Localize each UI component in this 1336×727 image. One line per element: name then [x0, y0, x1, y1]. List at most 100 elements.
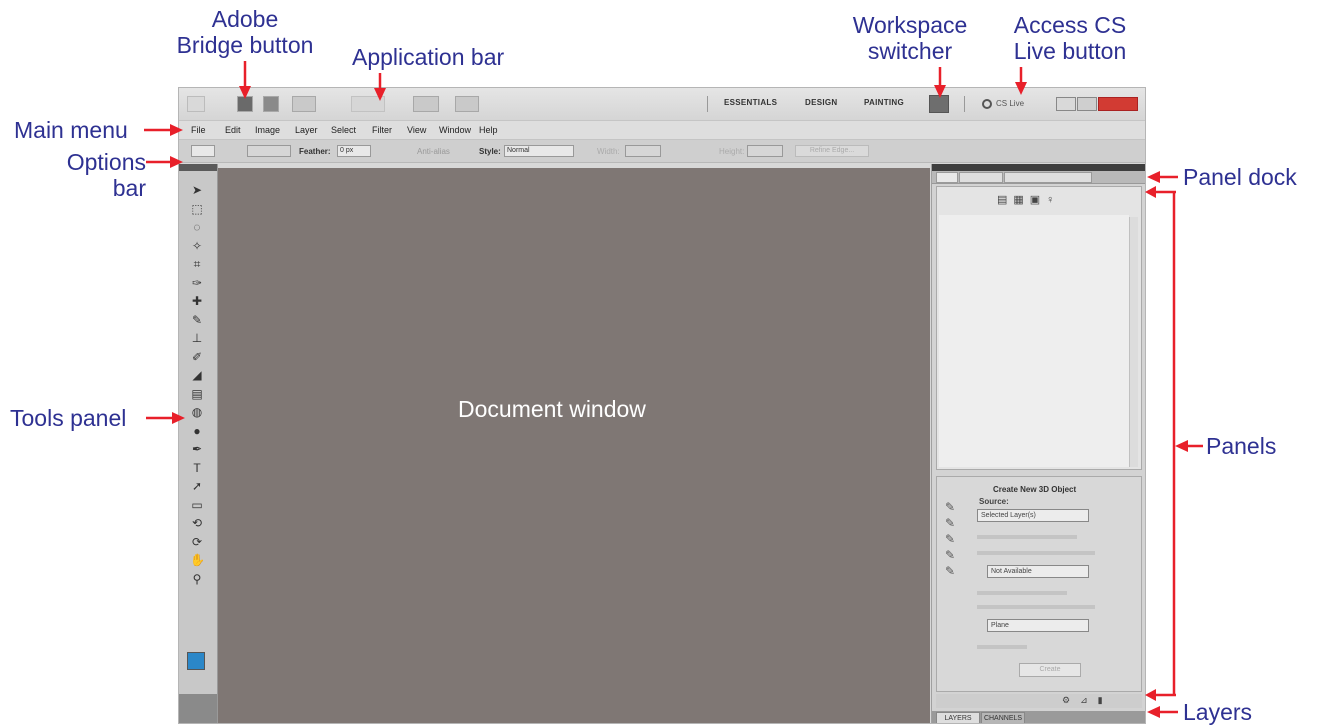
- appbar-divider: [964, 96, 965, 112]
- ps-logo-button[interactable]: [187, 96, 205, 112]
- callout-application-bar: Application bar: [352, 44, 505, 70]
- height-input[interactable]: [747, 145, 783, 157]
- source-select[interactable]: Selected Layer(s): [977, 509, 1089, 522]
- type-icon[interactable]: T: [190, 461, 204, 475]
- tab-channels[interactable]: CHANNELS: [981, 712, 1025, 723]
- pen-icon[interactable]: ✒: [190, 443, 204, 456]
- arrow-panels: [1175, 440, 1203, 452]
- adobe-bridge-button[interactable]: [237, 96, 253, 112]
- panel-footer-icons[interactable]: ⚙⊿▮: [1062, 695, 1113, 706]
- callout-options-line1: Options: [66, 149, 146, 175]
- eraser-icon[interactable]: ◢: [190, 369, 204, 382]
- mini-bridge-button[interactable]: [263, 96, 279, 112]
- crop-icon[interactable]: ⌗: [190, 258, 204, 271]
- photoshop-window: ESSENTIALS DESIGN PAINTING CS Live File …: [178, 87, 1146, 724]
- clone-stamp-icon[interactable]: ⊥: [190, 332, 204, 345]
- width-input[interactable]: [625, 145, 661, 157]
- refine-edge-button[interactable]: Refine Edge...: [795, 145, 869, 157]
- minimize-button[interactable]: [1056, 97, 1076, 111]
- workspace-design[interactable]: DESIGN: [805, 98, 837, 107]
- shape-icon[interactable]: ▭: [190, 498, 204, 512]
- gradient-icon[interactable]: ▤: [190, 387, 204, 401]
- callout-cs-live-line2: Live button: [1013, 38, 1127, 64]
- lasso-icon[interactable]: ◌: [190, 221, 204, 234]
- panels-bracket: [1145, 186, 1176, 701]
- menu-view[interactable]: View: [407, 125, 426, 135]
- move-icon[interactable]: ➤: [190, 184, 204, 197]
- dodge-icon[interactable]: ●: [190, 424, 204, 438]
- brush-icon[interactable]: ✎: [190, 313, 204, 327]
- application-bar: ESSENTIALS DESIGN PAINTING CS Live: [179, 88, 1145, 121]
- menu-layer[interactable]: Layer: [295, 125, 318, 135]
- workspace-switcher-button[interactable]: [929, 95, 949, 113]
- zoom-icon[interactable]: ⚲: [190, 572, 204, 586]
- healing-brush-icon[interactable]: ✚: [190, 295, 204, 308]
- blur-icon[interactable]: ◍: [190, 406, 204, 419]
- callout-layers: Layers: [1183, 699, 1253, 725]
- main-menu: File Edit Image Layer Select Filter View…: [179, 121, 1145, 140]
- mesh-select[interactable]: Not Available: [987, 565, 1089, 578]
- foreground-color-swatch[interactable]: [187, 652, 205, 670]
- cs-live-icon: [982, 98, 992, 109]
- panel-toolbar-icons[interactable]: ▤▦▣♀: [997, 193, 1060, 206]
- zoom-level-button[interactable]: [351, 96, 385, 112]
- panel-footer: ⚙⊿▮: [936, 694, 1142, 708]
- feather-label: Feather:: [299, 147, 331, 156]
- feather-value: 0 px: [340, 147, 354, 154]
- maximize-button[interactable]: [1077, 97, 1097, 111]
- panel-dock-header[interactable]: [932, 164, 1145, 171]
- tab-layers-label: LAYERS: [944, 715, 972, 722]
- quick-selection-icon[interactable]: ✧: [190, 239, 204, 253]
- arrange-documents-button[interactable]: [413, 96, 439, 112]
- create-button[interactable]: Create: [1019, 663, 1081, 677]
- menu-help[interactable]: Help: [479, 125, 498, 135]
- callout-main-menu: Main menu: [14, 117, 128, 143]
- workspace-painting[interactable]: PAINTING: [864, 98, 904, 107]
- arrow-layers: [1147, 706, 1178, 718]
- style-select[interactable]: Normal: [504, 145, 574, 157]
- path-selection-icon[interactable]: ➚: [190, 480, 204, 493]
- arrow-panel-dock: [1147, 171, 1178, 183]
- menu-file[interactable]: File: [191, 125, 206, 135]
- close-button[interactable]: [1098, 97, 1138, 111]
- screen-mode-button[interactable]: [455, 96, 479, 112]
- eyedropper-icon[interactable]: ✑: [190, 276, 204, 290]
- panel-tab[interactable]: [936, 172, 958, 183]
- tools-panel-header[interactable]: [179, 164, 217, 171]
- workspace-essentials[interactable]: ESSENTIALS: [724, 98, 777, 107]
- menu-edit[interactable]: Edit: [225, 125, 241, 135]
- 3d-rotate-icon[interactable]: ⟲: [190, 517, 204, 530]
- anti-alias-checkbox[interactable]: Anti-alias: [417, 147, 450, 156]
- tools-panel: ➤ ⬚ ◌ ✧ ⌗ ✑ ✚ ✎ ⊥ ✐ ◢ ▤ ◍ ● ✒ T ➚ ▭ ⟲ ⟳ ✋ ⚲: [179, 164, 218, 723]
- 3d-orbit-icon[interactable]: ⟳: [190, 535, 204, 549]
- disabled-option: [977, 591, 1067, 595]
- view-extras-button[interactable]: [292, 96, 316, 112]
- history-brush-icon[interactable]: ✐: [190, 350, 204, 364]
- callout-panels: Panels: [1206, 433, 1277, 459]
- hand-icon[interactable]: ✋: [190, 554, 205, 567]
- disabled-option: [977, 535, 1077, 539]
- selection-mode-buttons[interactable]: [247, 145, 291, 157]
- panel-tab[interactable]: [1004, 172, 1092, 183]
- panel-tab[interactable]: [959, 172, 1003, 183]
- panel-3d: ✎ ✎ ✎ ✎ ✎ Create New 3D Object Source: Selec…: [936, 476, 1142, 692]
- style-label: Style:: [479, 147, 501, 156]
- panel-3d-title: Create New 3D Object: [993, 485, 1077, 494]
- shape-select[interactable]: Plane: [987, 619, 1089, 632]
- document-window-label: Document window: [458, 396, 646, 422]
- appbar-divider: [707, 96, 708, 112]
- access-cs-live-button[interactable]: CS Live: [982, 97, 1024, 111]
- tool-preset-picker[interactable]: [191, 145, 215, 157]
- marquee-icon[interactable]: ⬚: [190, 202, 204, 216]
- style-value: Normal: [507, 147, 530, 154]
- menu-image[interactable]: Image: [255, 125, 280, 135]
- feather-input[interactable]: 0 px: [337, 145, 371, 157]
- panel-scrollbar[interactable]: [1129, 217, 1138, 467]
- menu-filter[interactable]: Filter: [372, 125, 392, 135]
- tab-layers[interactable]: LAYERS: [936, 712, 980, 723]
- 3d-tools-icons[interactable]: ✎ ✎ ✎ ✎ ✎: [945, 499, 967, 579]
- document-window[interactable]: Document window: [218, 168, 930, 723]
- callout-panel-dock: Panel dock: [1183, 164, 1297, 190]
- menu-window[interactable]: Window: [439, 125, 471, 135]
- menu-select[interactable]: Select: [331, 125, 356, 135]
